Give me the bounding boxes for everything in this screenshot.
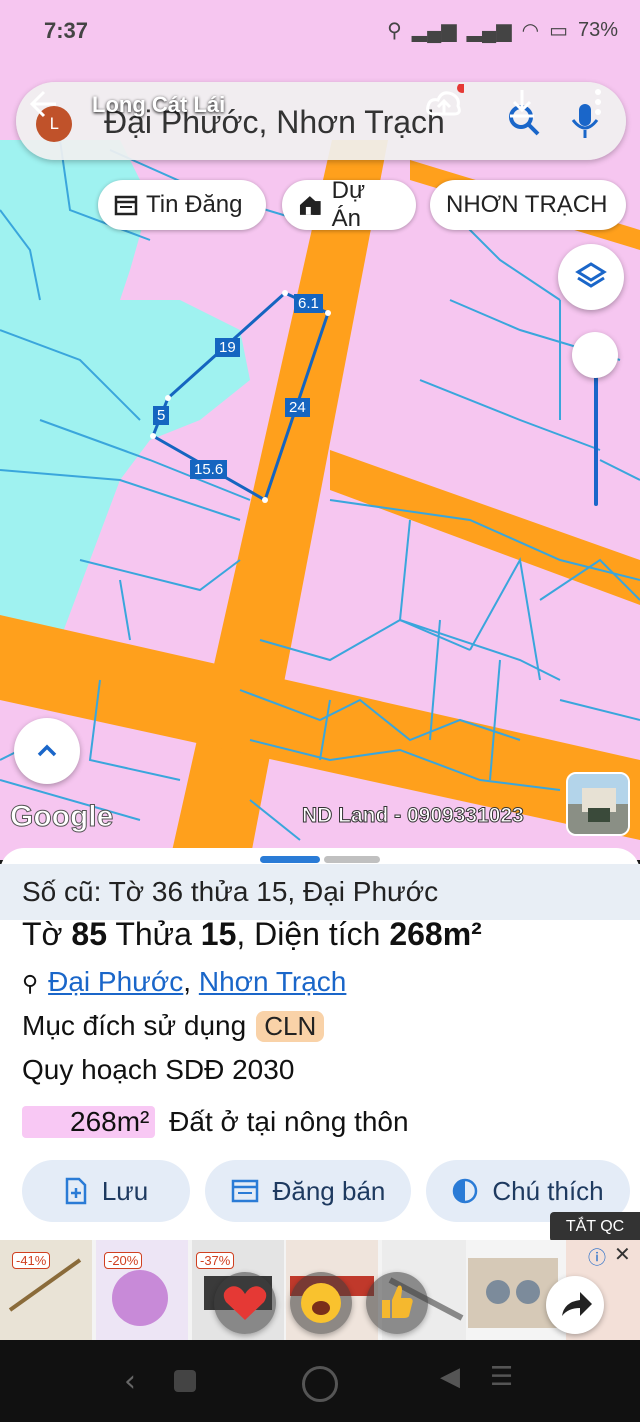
usage-label: Mục đích sử dụng [22, 1010, 247, 1041]
plot-dimension-label: 6.1 [294, 294, 323, 313]
chip-du-an[interactable]: Dự Án [282, 177, 416, 232]
save-button-label: Lưu [101, 1175, 149, 1206]
usage-code-badge: CLN [256, 1011, 325, 1042]
post-sale-button[interactable]: Đăng bán [205, 1160, 411, 1222]
calendar-icon [114, 195, 138, 216]
usage-row: Mục đích sử dụng CLN [22, 1010, 325, 1042]
upload-cloud-icon[interactable] [424, 83, 467, 124]
chip-label: Tin Đăng [146, 191, 243, 218]
parcel-number: 15 [200, 916, 237, 952]
status-time: 7:37 [44, 18, 89, 43]
heart-icon [223, 1286, 267, 1320]
ad-close-icon[interactable]: ✕ [614, 1242, 631, 1266]
parcel-summary: Tờ 85 Thửa 15, Diện tích 268m² [22, 916, 482, 953]
plot-dimension-label: 5 [153, 406, 170, 425]
save-button[interactable]: Lưu [22, 1160, 190, 1222]
expand-up-button[interactable] [14, 718, 80, 784]
parcel-prefix: Tờ [22, 916, 72, 952]
battery-icon: ▭ [549, 20, 568, 42]
discount-badge: -41% [12, 1252, 51, 1269]
location-separator: , [183, 966, 199, 997]
nav-home-icon[interactable] [302, 1366, 338, 1402]
planning-area: 268m² [22, 1106, 156, 1138]
signal-icon: ▂▄▆ [466, 20, 512, 42]
nav-back-icon[interactable]: ‹ [124, 1364, 136, 1399]
legend-label: Chú thích [492, 1175, 604, 1206]
sheet-number: 85 [71, 916, 108, 952]
like-reaction-button[interactable] [366, 1272, 428, 1334]
discount-badge: -37% [196, 1252, 235, 1269]
plot-dimension-label: 15.6 [190, 460, 228, 479]
watermark-text: ND Land - 0909331023 [302, 804, 525, 828]
chip-label: NHƠN TRẠCH [446, 191, 608, 218]
google-logo: Google [9, 800, 114, 834]
layers-button[interactable] [558, 244, 624, 310]
location-row: ⚲ Đại Phước, Nhơn Trạch [22, 966, 346, 998]
status-icons: ⚲ ▂▄▆ ▂▄▆ ◠ ▭ 73% [387, 18, 618, 43]
house-icon [299, 196, 321, 215]
wifi-icon: ◠ [521, 20, 540, 42]
plot-dimension-label: 19 [215, 338, 240, 357]
sheet-handle[interactable] [260, 856, 320, 863]
opacity-slider-handle[interactable] [572, 332, 618, 378]
nav-back-triangle-icon[interactable]: ◀ [440, 1362, 460, 1392]
planning-label: Quy hoạch SDĐ 2030 [22, 1054, 295, 1085]
overlay-title: Long Cát Lái [92, 92, 226, 117]
chip-tin-dang[interactable]: Tin Đăng [98, 180, 266, 230]
discount-badge: -20% [104, 1252, 143, 1269]
add-file-icon [65, 1177, 87, 1205]
chip-nhon-trach[interactable]: NHƠN TRẠCH [430, 180, 626, 230]
area-label: , Diện tích [236, 916, 390, 952]
post-sale-label: Đăng bán [272, 1175, 386, 1206]
ward-link[interactable]: Đại Phước [48, 966, 183, 997]
more-menu-icon[interactable] [592, 88, 608, 128]
planning-row: 268m² Đất ở tại nông thôn [22, 1106, 409, 1138]
ad-info-icon[interactable]: ⓘ [588, 1244, 606, 1270]
signal-icon: ▂▄▆ [411, 20, 457, 42]
system-navigation-bar: ‹ ◀ ☰ [0, 1340, 640, 1422]
back-arrow-icon[interactable] [26, 86, 66, 126]
district-link[interactable]: Nhơn Trạch [199, 966, 347, 997]
plot-dimension-label: 24 [285, 398, 310, 417]
heart-reaction-button[interactable] [214, 1272, 276, 1334]
ads-off-button[interactable]: TẮT QC [550, 1212, 640, 1242]
contrast-icon [453, 1178, 478, 1204]
nav-recents-icon[interactable]: ☰ [490, 1362, 513, 1392]
chip-label: Dự Án [331, 177, 366, 232]
chevron-up-icon [37, 744, 57, 757]
nav-home-small-icon[interactable] [174, 1370, 196, 1392]
thumbs-up-icon [382, 1285, 413, 1318]
share-arrow-icon [562, 1292, 592, 1316]
old-parcel-text: Số cũ: Tờ 36 thửa 15, Đại Phước [22, 876, 439, 907]
pin-icon: ⚲ [22, 971, 39, 996]
planning-type: Đất ở tại nông thôn [169, 1106, 409, 1137]
layers-icon [575, 262, 607, 288]
area-value: 268m² [389, 916, 482, 952]
status-bar: 7:37 ⚲ ▂▄▆ ▂▄▆ ◠ ▭ 73% [0, 0, 640, 64]
battery-percent: 73% [577, 19, 618, 41]
laughing-emoji-icon [301, 1283, 341, 1323]
parcel-mid: Thửa [107, 916, 201, 952]
list-icon [231, 1179, 258, 1203]
sheet-handle[interactable] [324, 856, 380, 863]
download-icon[interactable] [504, 86, 544, 126]
street-view-thumbnail[interactable] [566, 772, 630, 836]
old-parcel-row: Số cũ: Tờ 36 thửa 15, Đại Phước [0, 864, 640, 920]
laugh-reaction-button[interactable] [290, 1272, 352, 1334]
location-icon: ⚲ [387, 20, 402, 42]
share-button[interactable] [546, 1276, 604, 1334]
